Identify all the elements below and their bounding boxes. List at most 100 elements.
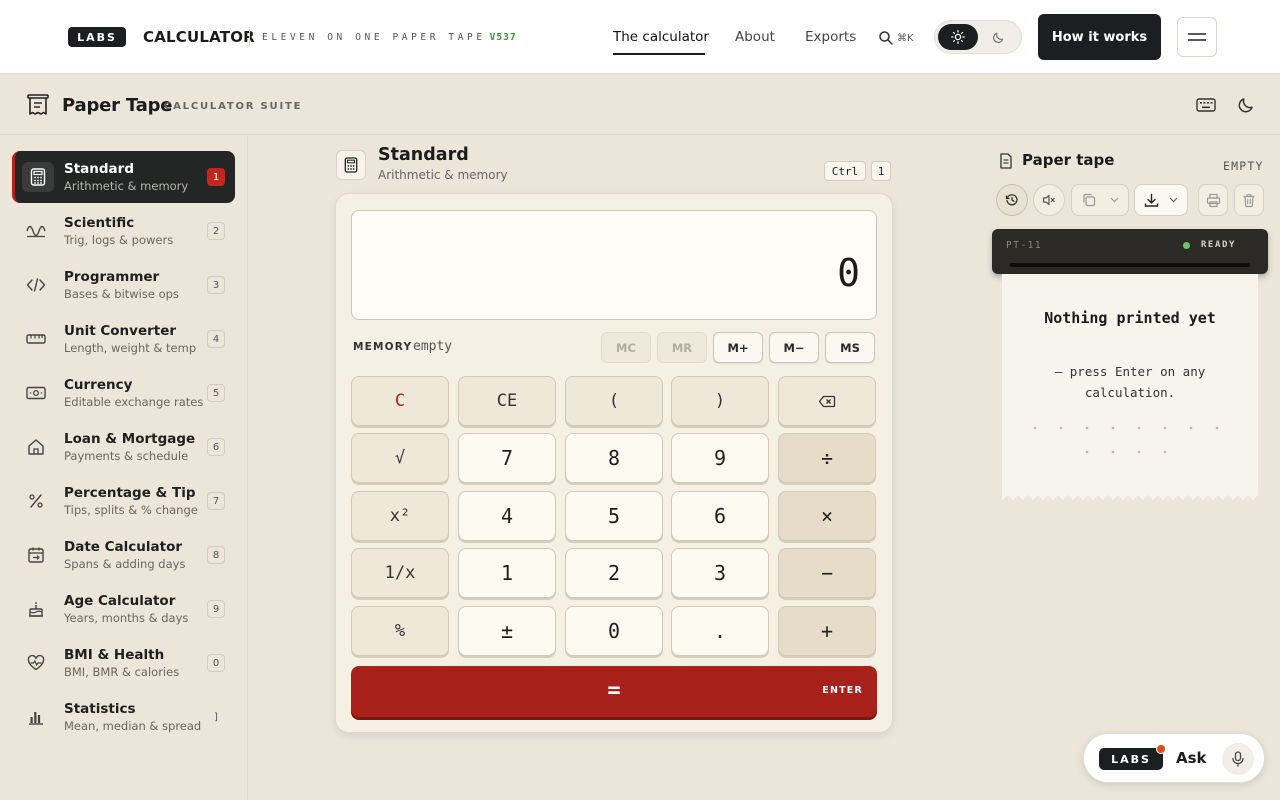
mute-button[interactable] [1033,184,1065,216]
labs-logo: LABS [1099,748,1163,770]
shortcut-badge: 1 [207,168,225,186]
receipt-icon [27,94,49,115]
empty-tape-title: Nothing printed yet [1044,309,1216,327]
bar-chart-icon [25,706,47,728]
shortcut-badge: 5 [207,384,225,402]
clear-tape-button[interactable] [1234,184,1264,216]
dark-mode-option[interactable] [978,24,1018,50]
key-0[interactable]: 0 [565,606,663,656]
memory-store-button[interactable]: MS [825,332,875,363]
key-decimal[interactable]: . [671,606,769,656]
sidebar-item-desc: Tips, splits & % change [64,503,198,517]
sidebar-item-title: Age Calculator [64,593,176,609]
equals-button[interactable]: = ENTER [351,666,877,717]
key-6[interactable]: 6 [671,491,769,541]
app-header: Paper Tape CALCULATOR SUITE [0,75,1280,135]
key-multiply[interactable]: × [778,491,876,541]
sidebar-item-bmi-health[interactable]: BMI & Health BMI, BMR & calories 0 [12,637,235,689]
paper-slot [1010,263,1250,267]
display-value: 0 [837,251,860,295]
divider [249,27,250,47]
shortcut-badge: 3 [207,276,225,294]
sidebar-item-age-calculator[interactable]: Age Calculator Years, months & days 9 [12,583,235,635]
search-shortcut: ⌘K [897,32,914,44]
sidebar-item-desc: Years, months & days [64,611,189,625]
shortcut-badge: 0 [207,654,225,672]
key-subtract[interactable]: − [778,548,876,598]
sidebar-item-statistics[interactable]: Statistics Mean, median & spread ] [12,691,235,743]
key-backspace[interactable] [778,376,876,426]
key-divide[interactable]: ÷ [778,433,876,483]
chevron-down-icon [1110,197,1118,203]
brand-name[interactable]: CALCULATOR [143,28,255,46]
key-reciprocal[interactable]: 1/x [351,548,449,598]
nav-link-calculator[interactable]: The calculator [613,29,709,45]
sidebar-item-desc: Trig, logs & powers [64,233,174,247]
ask-assistant-widget[interactable]: LABS Ask [1083,733,1265,783]
nav-link-exports[interactable]: Exports [805,29,856,45]
sidebar-item-unit-converter[interactable]: Unit Converter Length, weight & temp 4 [12,313,235,365]
sidebar-item-loan-mortgage[interactable]: Loan & Mortgage Payments & schedule 6 [12,421,235,473]
microphone-button[interactable] [1222,743,1254,775]
sidebar-item-date-calculator[interactable]: Date Calculator Spans & adding days 8 [12,529,235,581]
key-clear-entry[interactable]: CE [458,376,556,426]
speaker-mute-icon [1042,194,1055,206]
sidebar-item-percentage-tip[interactable]: Percentage & Tip Tips, splits & % change… [12,475,235,527]
key-5[interactable]: 5 [565,491,663,541]
tape-status: EMPTY [1223,159,1264,173]
sidebar-item-scientific[interactable]: Scientific Trig, logs & powers 2 [12,205,235,257]
sidebar-item-desc: BMI, BMR & calories [64,665,180,679]
sidebar-item-title: Scientific [64,215,135,231]
moon-icon[interactable] [1237,96,1255,114]
sidebar-item-standard[interactable]: Standard Arithmetic & memory 1 [12,151,235,203]
shortcut-key-1: 1 [871,161,891,181]
empty-tape-message: — press Enter on any calculation. [1054,364,1206,400]
key-7[interactable]: 7 [458,433,556,483]
memory-recall-button[interactable]: MR [657,332,707,363]
key-add[interactable]: + [778,606,876,656]
sidebar-item-desc: Mean, median & spread [64,719,202,733]
microphone-icon [1232,751,1244,767]
menu-button[interactable] [1177,17,1217,57]
key-percent[interactable]: % [351,606,449,656]
trash-icon [1243,193,1255,207]
labs-logo[interactable]: LABS [68,27,126,47]
memory-subtract-button[interactable]: M− [769,332,819,363]
app-title: Paper Tape [62,95,173,116]
copy-button[interactable] [1071,184,1129,216]
key-3[interactable]: 3 [671,548,769,598]
nav-link-about[interactable]: About [735,29,775,45]
light-mode-option[interactable] [938,24,978,50]
key-clear[interactable]: C [351,376,449,426]
memory-add-button[interactable]: M+ [713,332,763,363]
key-negate[interactable]: ± [458,606,556,656]
notification-dot [1156,744,1166,754]
key-8[interactable]: 8 [565,433,663,483]
ask-label: Ask [1176,749,1207,767]
key-9[interactable]: 9 [671,433,769,483]
search-button[interactable]: ⌘K [878,27,922,49]
memory-clear-button[interactable]: MC [601,332,651,363]
equals-symbol: = [607,678,621,703]
key-1[interactable]: 1 [458,548,556,598]
keyboard-icon[interactable] [1196,97,1216,113]
key-sqrt[interactable]: √ [351,433,449,483]
print-button[interactable] [1198,184,1228,216]
sidebar-item-programmer[interactable]: Programmer Bases & bitwise ops 3 [12,259,235,311]
shortcut-key-ctrl: Ctrl [824,161,866,181]
theme-toggle[interactable] [934,20,1022,54]
ruler-icon [25,328,47,350]
download-button[interactable] [1134,184,1188,216]
sidebar-item-currency[interactable]: Currency Editable exchange rates 5 [12,367,235,419]
key-close-paren[interactable]: ) [671,376,769,426]
key-open-paren[interactable]: ( [565,376,663,426]
history-button[interactable] [996,184,1028,216]
calculator-title: Standard [378,145,469,165]
memory-label: MEMORY [353,341,413,353]
key-square[interactable]: x² [351,491,449,541]
key-2[interactable]: 2 [565,548,663,598]
shortcut-badge: 7 [207,492,225,510]
how-it-works-button[interactable]: How it works [1038,14,1161,60]
sidebar-item-desc: Bases & bitwise ops [64,287,179,301]
key-4[interactable]: 4 [458,491,556,541]
